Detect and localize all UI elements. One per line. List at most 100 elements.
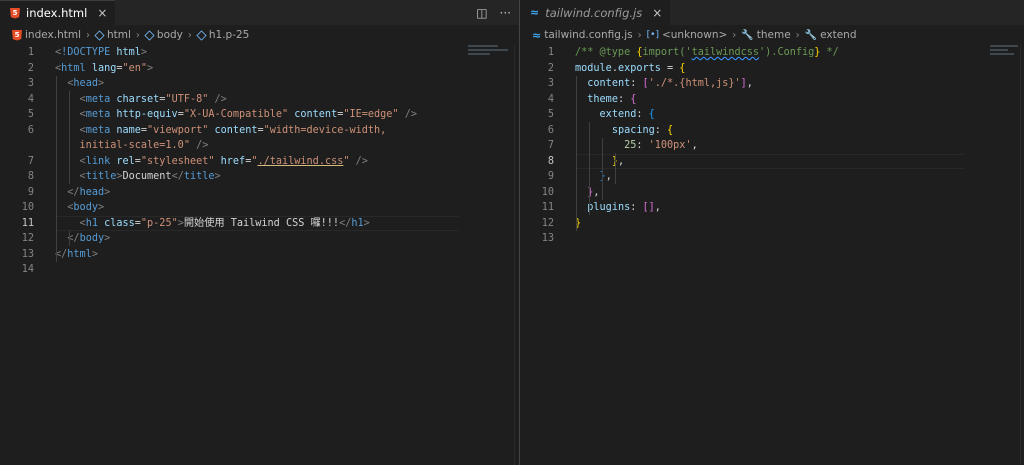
tab-label: tailwind.config.js <box>545 5 643 20</box>
code-line[interactable]: 8 }, <box>520 153 1024 170</box>
line-number: 12 <box>541 217 554 229</box>
breadcrumb-body[interactable]: body <box>144 29 183 41</box>
code-token: extend <box>599 109 637 120</box>
code-token: meta <box>85 109 117 120</box>
wrench-icon: 🔧 <box>741 29 754 41</box>
code-token: meta <box>85 93 117 105</box>
breadcrumb-extend[interactable]: 🔧 extend <box>805 29 857 41</box>
element-icon <box>144 29 155 41</box>
code-token: : <box>617 93 631 105</box>
code-line[interactable]: 6 spacing: { <box>520 123 1024 139</box>
code-line[interactable]: 14 <box>0 262 519 278</box>
code-text: <meta name="viewport" content="width=dev… <box>55 123 387 139</box>
code-token: plugins <box>587 202 631 213</box>
line-number: 4 <box>27 93 34 105</box>
code-line[interactable]: 9 </head> <box>0 185 519 201</box>
code-line[interactable]: 3 content: ['./*.{html,js}'], <box>520 76 1024 92</box>
minimap-right[interactable] <box>990 45 1024 85</box>
line-number: 3 <box>547 78 554 89</box>
tab-bar-right: ≈ tailwind.config.js × <box>520 0 1024 25</box>
code-line[interactable]: 13 </html> <box>0 247 519 263</box>
code-line[interactable]: 10 }, <box>520 185 1024 201</box>
code-line[interactable]: 13 <box>520 231 1024 247</box>
code-token: html <box>67 248 92 260</box>
code-line[interactable]: 1 /** @type {import('tailwindcss').Config… <box>520 45 1024 61</box>
code-line[interactable]: 12 </body> <box>0 231 519 247</box>
line-number: 8 <box>547 155 554 167</box>
code-token: link <box>85 155 117 167</box>
code-line[interactable]: 4 theme: { <box>520 92 1024 108</box>
code-token: title <box>85 171 117 182</box>
code-token: { <box>630 93 637 105</box>
line-number: 14 <box>21 264 34 275</box>
code-token: : <box>636 140 649 151</box>
breadcrumb-file[interactable]: ≈ tailwind.config.js <box>532 29 633 42</box>
line-number: 9 <box>547 171 554 182</box>
breadcrumb-html[interactable]: html <box>94 29 131 41</box>
code-line[interactable]: 5 <meta http-equiv="X-UA-Compatible" con… <box>0 107 519 123</box>
editor-group-left: 5 index.html × ◫ ··· 5 index.html › html … <box>0 0 519 465</box>
code-token: > <box>91 248 98 260</box>
tab-tailwind-config[interactable]: ≈ tailwind.config.js × <box>520 0 671 25</box>
scrollbar-right[interactable] <box>1020 45 1021 465</box>
line-number: 9 <box>27 186 34 198</box>
code-line[interactable]: 7 <link rel="stylesheet" href="./tailwin… <box>0 154 519 170</box>
code-line[interactable]: 2 <html lang="en"> <box>0 61 519 77</box>
code-line[interactable]: 9 }, <box>520 169 1024 185</box>
more-actions-icon[interactable]: ··· <box>500 6 511 20</box>
code-line[interactable]: 1 <!DOCTYPE html> <box>0 45 519 61</box>
scrollbar-left[interactable] <box>514 45 515 465</box>
breadcrumb-file[interactable]: 5 index.html <box>12 29 81 41</box>
chevron-right-icon: › <box>187 29 192 41</box>
breadcrumb: ≈ tailwind.config.js › [•] <unknown> › 🔧 th… <box>520 25 1024 45</box>
breadcrumb: 5 index.html › html › body › h1.p-25 <box>0 25 519 45</box>
code-line[interactable]: 4 <meta charset="UTF-8" /> <box>0 92 519 108</box>
code-token: </ <box>339 217 352 229</box>
code-editor-left[interactable]: 1 <!DOCTYPE html> 2 <html lang="en"> 3 <head… <box>0 45 519 465</box>
code-line[interactable]: 5 extend: { <box>520 107 1024 123</box>
code-text: theme: { <box>575 92 636 108</box>
breadcrumb-h1[interactable]: h1.p-25 <box>196 29 249 41</box>
code-line[interactable]: 12} <box>520 216 1024 232</box>
code-line[interactable]: initial-scale=1.0" /> <box>0 138 519 154</box>
code-line[interactable]: 3 <head> <box>0 76 519 92</box>
code-line[interactable]: 2 module.exports = { <box>520 61 1024 77</box>
code-line[interactable]: 10 <body> <box>0 200 519 216</box>
breadcrumb-theme[interactable]: 🔧 theme <box>741 29 790 41</box>
line-number: 11 <box>21 217 34 229</box>
split-editor-icon[interactable]: ◫ <box>476 6 487 20</box>
code-line[interactable]: 6 <meta name="viewport" content="width=d… <box>0 123 519 139</box>
code-token: { <box>679 62 686 74</box>
code-token: body <box>73 202 98 213</box>
minimap-left[interactable] <box>468 45 514 85</box>
line-number: 6 <box>547 124 554 136</box>
code-token: > <box>104 233 111 244</box>
close-icon[interactable]: × <box>652 6 662 20</box>
indent-guide <box>69 91 70 184</box>
code-editor-right[interactable]: 1 /** @type {import('tailwindcss').Config… <box>520 45 1024 465</box>
code-token: body <box>79 233 105 244</box>
close-icon[interactable]: × <box>97 6 107 20</box>
code-token: , <box>654 202 661 213</box>
code-line[interactable]: 11 <h1 class="p-25">開始使用 Tailwind CSS 囉!… <box>0 215 519 232</box>
code-line[interactable]: 11 plugins: [], <box>520 200 1024 216</box>
indent-guide <box>589 122 590 215</box>
code-line[interactable]: 8 <title>Document</title> <box>0 169 519 185</box>
code-text: </body> <box>55 231 110 247</box>
breadcrumb-unknown[interactable]: [•] <unknown> <box>647 29 728 41</box>
line-number: 4 <box>547 93 554 105</box>
code-line[interactable]: 7 25: '100px', <box>520 138 1024 154</box>
code-token: 25 <box>624 140 637 151</box>
tab-index-html[interactable]: 5 index.html × <box>0 0 116 25</box>
code-token: "en" <box>122 62 148 74</box>
code-token: class <box>104 217 135 229</box>
code-token: 開始使用 Tailwind CSS 囉!!! <box>183 217 340 229</box>
code-token: !DOCTYPE <box>61 47 117 58</box>
code-token: , <box>691 140 698 151</box>
code-token: ./tailwind.css <box>257 155 344 167</box>
code-token: > <box>104 186 111 198</box>
code-token: content <box>587 78 631 89</box>
